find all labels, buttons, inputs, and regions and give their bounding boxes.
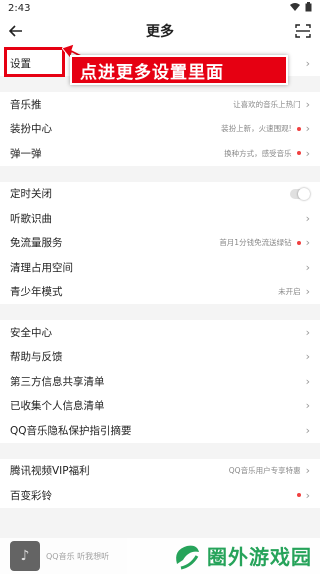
page-title: 更多: [146, 24, 174, 40]
row-label: 听歌识曲: [10, 212, 52, 225]
status-icons: [290, 1, 312, 15]
status-time: 2:43: [8, 2, 31, 14]
settings-row[interactable]: 清理占用空间 ›: [0, 255, 320, 280]
row-hint: 首月1分钱免流送绿钻: [219, 238, 292, 248]
row-trailing: ›: [306, 351, 310, 362]
settings-section: 定时关闭听歌识曲 › 免流量服务 首月1分钱免流送绿钻 › 清理占用空间 › 青少年模式 未开启…: [0, 181, 320, 305]
chevron-right-icon: ›: [305, 285, 310, 299]
row-label: QQ音乐隐私保护指引摘要: [10, 424, 132, 437]
row-trailing: ›: [306, 213, 310, 224]
row-trailing: [290, 187, 310, 200]
row-label: 弹一弹: [10, 147, 42, 160]
chevron-right-icon: ›: [305, 236, 310, 250]
row-trailing: 让喜欢的音乐上热门 ›: [233, 99, 310, 110]
chevron-right-icon: ›: [305, 325, 310, 339]
settings-row[interactable]: 第三方信息共享清单 ›: [0, 369, 320, 394]
chevron-right-icon: ›: [305, 211, 310, 225]
battery-icon: [305, 1, 312, 15]
settings-row[interactable]: QQ音乐隐私保护指引摘要 ›: [0, 418, 320, 443]
section-divider: [0, 165, 320, 182]
notification-dot: [296, 126, 301, 131]
row-hint: QQ音乐用户专享特惠: [228, 466, 301, 476]
section-divider: [0, 304, 320, 320]
mini-player-text: QQ音乐 听我想听: [46, 551, 110, 561]
chevron-right-icon: ›: [305, 97, 310, 111]
chevron-right-icon: ›: [305, 260, 310, 274]
row-trailing: ›: [306, 262, 310, 273]
settings-row[interactable]: 腾讯视频VIP福利 QQ音乐用户专享特惠 ›: [0, 459, 320, 484]
watermark: 圈外游戏园: [171, 541, 312, 570]
chevron-right-icon: ›: [305, 146, 310, 160]
chevron-right-icon: ›: [305, 374, 310, 388]
settings-row[interactable]: 帮助与反馈 ›: [0, 345, 320, 370]
settings-row[interactable]: 弹一弹 换种方式，感受音乐 ›: [0, 141, 320, 166]
row-label: 腾讯视频VIP福利: [10, 465, 90, 478]
settings-row[interactable]: 音乐推 让喜欢的音乐上热门 ›: [0, 92, 320, 117]
chevron-right-icon: ›: [305, 56, 310, 70]
row-trailing: 未开启 ›: [278, 286, 310, 297]
row-hint: 换种方式，感受音乐: [224, 148, 292, 158]
row-trailing: 换种方式，感受音乐 ›: [224, 148, 310, 159]
row-trailing: QQ音乐用户专享特惠 ›: [229, 465, 310, 476]
settings-section: 安全中心 › 帮助与反馈 › 第三方信息共享清单 › 已收集个人信息清单 › QQ音乐隐私保护指…: [0, 320, 320, 443]
chevron-right-icon: ›: [305, 122, 310, 136]
row-label: 第三方信息共享清单: [10, 375, 105, 388]
album-cover-icon[interactable]: ♪: [10, 541, 40, 571]
settings-list: 设置 › 音乐推 让喜欢的音乐上热门 › 装扮中心 装扮上新，火速围观! › 弹一弹 换种方式，感…: [0, 46, 320, 508]
scan-icon[interactable]: [292, 21, 314, 41]
settings-row[interactable]: 安全中心 ›: [0, 320, 320, 345]
row-label: 装扮中心: [10, 123, 52, 136]
chevron-right-icon: ›: [305, 464, 310, 478]
settings-highlight-box: [4, 47, 65, 77]
chevron-right-icon: ›: [305, 399, 310, 413]
row-hint: 让喜欢的音乐上热门: [233, 99, 301, 109]
row-label: 免流量服务: [10, 237, 63, 250]
notification-dot: [296, 493, 301, 498]
row-hint: 装扮上新，火速围观!: [221, 124, 292, 134]
toggle-switch[interactable]: [290, 187, 310, 200]
settings-row[interactable]: 青少年模式 未开启 ›: [0, 280, 320, 305]
row-label: 安全中心: [10, 326, 52, 339]
settings-section: 音乐推 让喜欢的音乐上热门 › 装扮中心 装扮上新，火速围观! › 弹一弹 换种方式，感受音乐…: [0, 92, 320, 166]
notification-dot: [296, 240, 301, 245]
row-label: 青少年模式: [10, 286, 63, 299]
row-trailing: ›: [306, 400, 310, 411]
chevron-right-icon: ›: [305, 488, 310, 502]
row-trailing: ›: [306, 376, 310, 387]
chevron-right-icon: ›: [305, 350, 310, 364]
chevron-right-icon: ›: [305, 423, 310, 437]
settings-row[interactable]: 装扮中心 装扮上新，火速围观! ›: [0, 117, 320, 142]
section-divider: [0, 442, 320, 459]
settings-row[interactable]: 定时关闭: [0, 182, 320, 207]
back-arrow-icon[interactable]: [6, 21, 26, 41]
row-trailing: 装扮上新，火速围观! ›: [221, 123, 310, 134]
title-bar: 更多: [0, 16, 320, 46]
row-label: 已收集个人信息清单: [10, 400, 105, 413]
row-label: 清理占用空间: [10, 261, 73, 274]
settings-row[interactable]: 已收集个人信息清单 ›: [0, 394, 320, 419]
row-trailing: ›: [306, 58, 310, 69]
row-label: 帮助与反馈: [10, 351, 63, 364]
row-label: 定时关闭: [10, 188, 52, 201]
watermark-text: 圈外游戏园: [207, 545, 312, 569]
status-bar: 2:43: [0, 0, 320, 16]
settings-row[interactable]: 听歌识曲 ›: [0, 206, 320, 231]
settings-row[interactable]: 百变彩铃 ›: [0, 483, 320, 508]
watermark-logo-icon: [176, 545, 199, 569]
row-trailing: ›: [296, 488, 310, 502]
notification-dot: [296, 151, 301, 156]
settings-row[interactable]: 免流量服务 首月1分钱免流送绿钻 ›: [0, 231, 320, 256]
annotation-callout: 点进更多设置里面: [70, 55, 288, 85]
row-trailing: 首月1分钱免流送绿钻 ›: [219, 237, 310, 248]
row-hint: 未开启: [278, 287, 301, 297]
wifi-icon: [290, 2, 300, 14]
row-trailing: ›: [306, 425, 310, 436]
settings-section: 腾讯视频VIP福利 QQ音乐用户专享特惠 › 百变彩铃 ›: [0, 458, 320, 508]
row-trailing: ›: [306, 327, 310, 338]
row-label: 百变彩铃: [10, 489, 52, 502]
row-label: 音乐推: [10, 98, 42, 111]
